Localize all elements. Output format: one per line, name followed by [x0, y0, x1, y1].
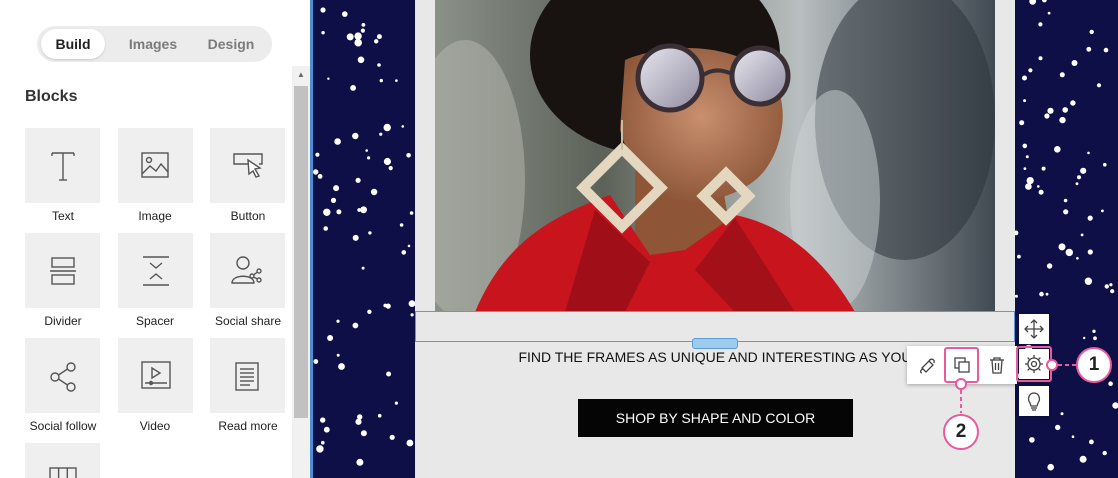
callout-anchor: [955, 378, 967, 390]
callout-anchor: [1046, 359, 1058, 371]
callout-2: 2: [943, 414, 979, 450]
callout-1: 1: [1076, 347, 1112, 383]
callout-connectors: [960, 364, 1077, 413]
